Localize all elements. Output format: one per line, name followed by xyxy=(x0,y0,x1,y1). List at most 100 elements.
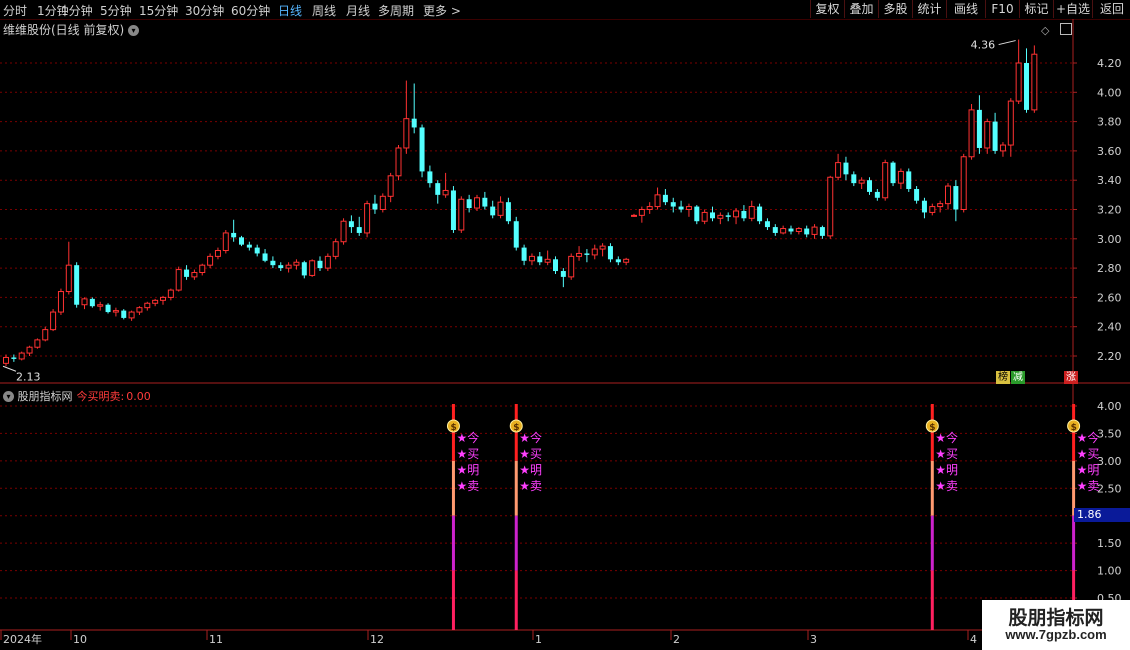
candle-body xyxy=(929,206,936,213)
candle-body xyxy=(968,109,975,158)
candle-body xyxy=(662,194,668,203)
price-tick-label: 2.40 xyxy=(1097,321,1122,334)
candle-body xyxy=(999,144,1006,152)
candle-body xyxy=(835,162,842,178)
candle-body xyxy=(278,265,284,269)
candle-body xyxy=(246,244,252,248)
candle-body xyxy=(89,298,95,307)
date-tick-label: 3 xyxy=(810,633,817,646)
candlesticks xyxy=(3,39,1038,367)
candle-body xyxy=(701,211,708,222)
price-tick-label: 2.60 xyxy=(1097,291,1122,304)
candle-body xyxy=(50,311,57,331)
window-toggle-icon[interactable] xyxy=(1060,23,1072,35)
candle-body xyxy=(513,221,519,248)
price-tick-label: 2.80 xyxy=(1097,262,1122,275)
candle-body xyxy=(764,221,770,228)
candle-body xyxy=(317,260,323,269)
candle-body xyxy=(953,186,959,210)
candle-body xyxy=(874,191,880,198)
candle-body xyxy=(748,206,755,219)
candle-body xyxy=(851,174,857,184)
candle-body xyxy=(121,310,127,318)
candle-body xyxy=(780,228,787,234)
candle-body xyxy=(167,289,174,298)
candle-body xyxy=(741,210,747,219)
rise-badge[interactable]: 涨 xyxy=(1064,371,1078,384)
signal-label: ★明 xyxy=(1077,463,1100,477)
candle-body xyxy=(442,189,449,196)
candle-body xyxy=(450,190,456,231)
candle-body xyxy=(372,203,378,210)
price-tick-label: 3.40 xyxy=(1097,174,1122,187)
signal-label: ★明 xyxy=(935,463,958,477)
signal-label: ★卖 xyxy=(456,479,479,493)
candle-body xyxy=(136,307,143,313)
watermark-url: www.7gpzb.com xyxy=(1005,627,1107,642)
candle-body xyxy=(332,241,339,257)
signal-label: ★买 xyxy=(519,447,542,461)
candle-body xyxy=(591,248,598,256)
candle-body xyxy=(646,206,653,211)
candle-body xyxy=(584,253,590,255)
candle-body xyxy=(772,227,778,233)
date-tick-label: 4 xyxy=(970,633,977,646)
signal-label: ★明 xyxy=(519,463,542,477)
signal-label: ★卖 xyxy=(519,479,542,493)
candle-body xyxy=(670,202,676,207)
candle-body xyxy=(18,352,25,360)
candle-body xyxy=(11,357,17,359)
candle-body xyxy=(356,227,362,233)
candle-body xyxy=(309,260,316,276)
candle-body xyxy=(921,200,927,213)
candle-body xyxy=(97,304,104,307)
signal-label: ★今 xyxy=(456,430,479,445)
candle-body xyxy=(945,185,951,205)
candle-body xyxy=(623,258,630,263)
candle-body xyxy=(537,256,543,263)
candle-body xyxy=(544,258,551,263)
rank-badge[interactable]: 榜 xyxy=(996,371,1010,384)
candle-body xyxy=(1015,62,1022,102)
candle-body xyxy=(984,121,991,149)
candle-body xyxy=(239,237,244,245)
high-pointer xyxy=(998,40,1016,46)
reduce-badge[interactable]: 减 xyxy=(1011,371,1025,384)
candle-body xyxy=(191,271,198,278)
signal-label: ★今 xyxy=(519,430,542,445)
candle-body xyxy=(387,175,394,197)
signal-label: ★卖 xyxy=(1077,479,1100,493)
candle-body xyxy=(112,310,119,313)
candle-body xyxy=(482,197,488,207)
candle-body xyxy=(678,206,684,210)
price-tick-label: 3.80 xyxy=(1097,116,1122,129)
candle-body xyxy=(231,232,237,238)
candle-body xyxy=(710,212,715,219)
kline-chart[interactable]: $★今★买★明★卖$★今★买★明★卖$★今★买★明★卖$★今★买★明★卖 4.2… xyxy=(0,0,1130,650)
candle-body xyxy=(254,247,260,254)
candle-body xyxy=(906,171,912,189)
low-label: 2.13 xyxy=(16,370,41,383)
candle-body xyxy=(411,118,417,128)
candle-body xyxy=(725,215,731,217)
candle-body xyxy=(65,264,72,293)
candle-body xyxy=(324,255,331,269)
candle-body xyxy=(882,162,889,199)
candle-body xyxy=(74,265,80,305)
candle-body xyxy=(427,171,433,184)
candle-body xyxy=(804,228,810,235)
signal-label: ★买 xyxy=(1077,447,1100,461)
candle-body xyxy=(631,214,637,217)
candle-body xyxy=(222,232,229,252)
candle-body xyxy=(528,255,535,262)
price-tick-label: 4.00 xyxy=(1097,86,1122,99)
signal-label: ★买 xyxy=(935,447,958,461)
candle-body xyxy=(403,118,410,149)
candle-body xyxy=(497,201,504,216)
candle-body xyxy=(293,261,300,266)
axis-labels: 4.20 4.00 3.80 3.60 3.40 3.20 3.00 2.80 2.60 2.40… xyxy=(2,39,1122,646)
diamond-icon[interactable]: ◇ xyxy=(1041,24,1049,37)
signal-label: ★今 xyxy=(935,430,958,445)
indicator-tick-label: 2.50 xyxy=(1097,482,1122,495)
candle-body xyxy=(175,269,182,291)
